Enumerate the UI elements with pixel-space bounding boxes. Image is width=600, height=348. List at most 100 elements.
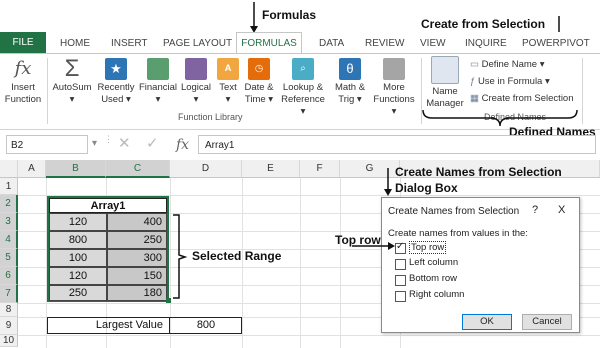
ok-button[interactable]: OK: [462, 314, 512, 330]
sigma-icon: Σ: [64, 55, 80, 82]
cancel-button[interactable]: Cancel: [522, 314, 572, 330]
tab-data[interactable]: DATA: [319, 38, 344, 49]
array-title-cell[interactable]: Array1: [49, 198, 167, 213]
row-header-7[interactable]: 7: [0, 285, 18, 303]
help-icon[interactable]: ?: [532, 204, 538, 216]
dropdown-icon: ▾: [193, 94, 199, 105]
confirm-entry-icon[interactable]: ✓: [146, 134, 159, 152]
tab-view[interactable]: VIEW: [420, 38, 446, 49]
tab-powerpivot[interactable]: POWERPIVOT: [522, 38, 590, 49]
row-header-2[interactable]: 2: [0, 195, 18, 213]
math-trig-label-2: Trig ▾: [338, 94, 362, 105]
column-header-a[interactable]: A: [18, 160, 46, 178]
row-header-4[interactable]: 4: [0, 231, 18, 249]
math-trig-label-1: Math &: [334, 82, 366, 93]
cell-b6[interactable]: 120: [49, 267, 107, 285]
lookup-book-icon: ⌕: [292, 58, 314, 80]
text-label: Text: [219, 82, 237, 93]
name-manager-button[interactable]: Name Manager: [424, 56, 466, 110]
financial-book-icon: [147, 58, 169, 80]
tab-inquire[interactable]: INQUIRE: [465, 38, 507, 49]
cell-c7[interactable]: 180: [107, 285, 167, 301]
right-column-label[interactable]: Right column: [409, 289, 464, 300]
function-library-group-label: Function Library: [178, 112, 243, 122]
financial-button[interactable]: Financial ▾: [138, 58, 178, 106]
dropdown-icon: ▾: [225, 94, 231, 105]
create-from-selection-button[interactable]: ▦ Create from Selection: [470, 93, 574, 104]
tab-review[interactable]: REVIEW: [365, 38, 404, 49]
right-column-checkbox[interactable]: [395, 291, 406, 302]
name-box-dropdown-icon[interactable]: ▾: [92, 138, 97, 149]
insert-function-label-2: Function: [4, 94, 42, 105]
tab-file[interactable]: FILE: [0, 32, 46, 54]
financial-label: Financial: [138, 82, 178, 93]
row-header-10[interactable]: 10: [0, 335, 18, 347]
formulas-arrow: [250, 2, 258, 33]
lookup-reference-button[interactable]: ⌕ Lookup & Reference ▾: [278, 58, 328, 118]
text-button[interactable]: A Text ▾: [214, 58, 242, 106]
create-from-selection-annotation: Create from Selection: [421, 17, 546, 31]
selected-range-annotation: Selected Range: [192, 249, 282, 263]
create-names-dialog-annotation-line2: Dialog Box: [395, 181, 458, 195]
dialog-prompt: Create names from values in the:: [388, 228, 528, 239]
bottom-row-label[interactable]: Bottom row: [409, 273, 457, 284]
cell-c5[interactable]: 300: [107, 249, 167, 267]
tab-page-layout[interactable]: PAGE LAYOUT: [163, 38, 232, 49]
column-header-e[interactable]: E: [242, 160, 300, 178]
checkmark-icon: ✓: [396, 241, 405, 252]
grid-line: [300, 178, 301, 348]
largest-value-cell[interactable]: 800: [170, 317, 242, 334]
column-header-f[interactable]: F: [300, 160, 340, 178]
row-header-6[interactable]: 6: [0, 267, 18, 285]
use-in-formula-button[interactable]: ƒ Use in Formula ▾: [470, 76, 550, 87]
formula-input[interactable]: Array1: [198, 135, 596, 154]
name-box[interactable]: B2: [6, 135, 88, 154]
clock-book-icon: ◷: [248, 58, 270, 80]
left-column-checkbox[interactable]: [395, 259, 406, 270]
tab-insert[interactable]: INSERT: [111, 38, 148, 49]
fx-icon: fx: [14, 58, 32, 79]
cell-b5[interactable]: 100: [49, 249, 107, 267]
autosum-button[interactable]: Σ AutoSum ▾: [50, 56, 94, 106]
bottom-row-checkbox[interactable]: [395, 275, 406, 286]
recently-used-button[interactable]: ★ Recently Used ▾: [96, 58, 136, 106]
top-row-checkbox[interactable]: ✓: [395, 241, 406, 254]
cell-c6[interactable]: 150: [107, 267, 167, 285]
define-name-button[interactable]: ▭ Define Name ▾: [470, 59, 545, 70]
more-functions-label-1: More: [383, 82, 405, 93]
grid-line: [18, 335, 600, 336]
row-header-3[interactable]: 3: [0, 213, 18, 231]
largest-value-label[interactable]: Largest Value: [47, 317, 169, 334]
dialog-arrow: [384, 168, 392, 196]
logical-button[interactable]: Logical ▾: [178, 58, 214, 106]
row-header-9[interactable]: 9: [0, 317, 18, 335]
tag-icon: ▭: [470, 59, 479, 70]
row-header-5[interactable]: 5: [0, 249, 18, 267]
insert-function-icon[interactable]: fx: [176, 137, 189, 153]
cell-b4[interactable]: 800: [49, 231, 107, 249]
cell-c3[interactable]: 400: [107, 213, 167, 231]
cell-c4[interactable]: 250: [107, 231, 167, 249]
grid-selection-icon: ▦: [470, 93, 479, 104]
tab-formulas[interactable]: FORMULAS: [236, 32, 302, 54]
row-header-8[interactable]: 8: [0, 303, 18, 317]
insert-function-button[interactable]: fx Insert Function: [2, 56, 44, 106]
column-header-d[interactable]: D: [170, 160, 242, 178]
column-header-b[interactable]: B: [46, 160, 106, 178]
lookup-label-2: Reference ▾: [281, 94, 325, 117]
close-icon[interactable]: X: [558, 204, 565, 216]
cancel-entry-icon[interactable]: ✕: [118, 134, 131, 152]
left-column-label[interactable]: Left column: [409, 257, 458, 268]
grid-line: [340, 178, 341, 348]
tab-home[interactable]: HOME: [60, 38, 90, 49]
top-row-label[interactable]: Top row: [409, 241, 447, 254]
date-time-button[interactable]: ◷ Date & Time ▾: [242, 58, 276, 106]
math-trig-button[interactable]: θ Math & Trig ▾: [330, 58, 370, 106]
row-header-1[interactable]: 1: [0, 178, 18, 195]
select-all-corner[interactable]: [0, 160, 18, 178]
formulas-annotation: Formulas: [262, 8, 317, 22]
more-functions-button[interactable]: More Functions ▾: [370, 58, 418, 118]
cell-b3[interactable]: 120: [49, 213, 107, 231]
cell-b7[interactable]: 250: [49, 285, 107, 301]
column-header-c[interactable]: C: [106, 160, 170, 178]
